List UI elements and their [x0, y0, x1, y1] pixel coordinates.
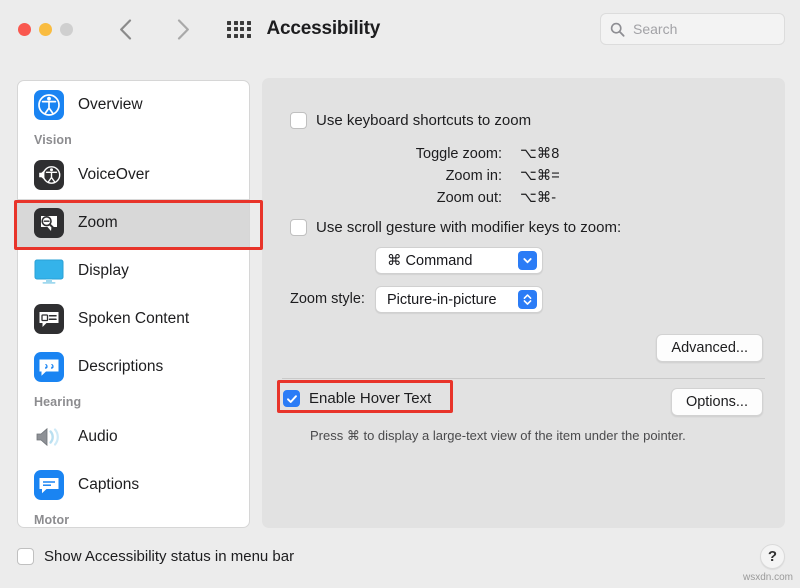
zoom-style-label: Zoom style: [290, 291, 365, 307]
up-down-chevron-icon[interactable] [518, 290, 537, 309]
keyboard-shortcuts-label: Use keyboard shortcuts to zoom [316, 112, 532, 129]
close-button[interactable] [18, 22, 31, 36]
zoom-icon [34, 208, 64, 238]
keyboard-shortcuts-checkbox-row[interactable]: Use keyboard shortcuts to zoom [290, 112, 531, 129]
zoom-settings-panel: Use keyboard shortcuts to zoom Toggle zo… [262, 78, 785, 528]
sidebar-item-display[interactable]: Display [18, 247, 249, 295]
hover-text-checkbox[interactable] [283, 390, 300, 407]
shortcut-row-zoom-in: Zoom in: ⌥⌘= [290, 168, 620, 184]
sidebar-item-voiceover[interactable]: VoiceOver [18, 151, 249, 199]
minimize-button[interactable] [39, 22, 52, 36]
search-field[interactable]: Search [600, 13, 785, 45]
search-placeholder: Search [633, 21, 678, 37]
menu-bar-status-row[interactable]: Show Accessibility status in menu bar [17, 548, 294, 565]
scroll-gesture-checkbox[interactable] [290, 219, 307, 236]
hover-text-hint: Press ⌘ to display a large-text view of … [310, 428, 686, 443]
scroll-gesture-label: Use scroll gesture with modifier keys to… [316, 219, 622, 236]
modifier-key-dropdown[interactable]: ⌘ Command [375, 247, 543, 274]
zoom-style-value: Picture-in-picture [387, 291, 497, 308]
sidebar-group-motor: Motor [34, 513, 70, 527]
shortcut-row-zoom-out: Zoom out: ⌥⌘- [290, 190, 620, 206]
sidebar-item-label: Spoken Content [78, 310, 190, 327]
shortcut-name: Zoom in: [445, 168, 502, 184]
zoom-style-dropdown[interactable]: Picture-in-picture [375, 286, 543, 313]
sidebar-item-label: Captions [78, 476, 140, 493]
scroll-gesture-checkbox-row[interactable]: Use scroll gesture with modifier keys to… [290, 219, 621, 236]
voiceover-icon [34, 160, 64, 190]
shortcut-row-toggle-zoom: Toggle zoom: ⌥⌘8 [290, 146, 620, 162]
zoom-window-button[interactable] [60, 22, 73, 36]
options-button[interactable]: Options... [670, 388, 763, 416]
preferences-window: Accessibility Search Overview Vision Voi… [0, 0, 800, 588]
hover-text-label: Enable Hover Text [309, 390, 432, 407]
sidebar-item-audio[interactable]: Audio [18, 413, 249, 461]
shortcut-keys: ⌥⌘8 [520, 146, 560, 162]
captions-icon [34, 470, 64, 500]
show-all-grid-icon[interactable] [227, 20, 251, 38]
keyboard-shortcuts-checkbox[interactable] [290, 112, 307, 129]
search-icon [610, 22, 625, 37]
sidebar-item-zoom[interactable]: Zoom [18, 199, 249, 247]
modifier-key-value: ⌘ Command [387, 252, 473, 269]
sidebar-item-label: Overview [78, 96, 143, 113]
page-title: Accessibility [266, 18, 381, 39]
watermark: wsxdn.com [742, 572, 793, 583]
advanced-button[interactable]: Advanced... [656, 334, 763, 362]
sidebar-item-captions[interactable]: Captions [18, 461, 249, 509]
shortcut-keys: ⌥⌘- [520, 190, 557, 206]
sidebar-item-label: Audio [78, 428, 118, 445]
menu-bar-status-label: Show Accessibility status in menu bar [44, 548, 295, 565]
section-divider [282, 378, 765, 379]
chevron-down-icon[interactable] [518, 251, 537, 270]
back-chevron-icon[interactable] [111, 15, 139, 43]
shortcut-list: Toggle zoom: ⌥⌘8 Zoom in: ⌥⌘= Zoom out: … [290, 146, 620, 206]
forward-chevron-icon[interactable] [169, 15, 197, 43]
spoken-content-icon [34, 304, 64, 334]
sidebar-group-hearing: Hearing [34, 395, 82, 409]
navigation-buttons [111, 15, 197, 43]
sidebar-item-spoken-content[interactable]: Spoken Content [18, 295, 249, 343]
menu-bar-status-checkbox[interactable] [17, 548, 34, 565]
sidebar-item-overview[interactable]: Overview [18, 81, 249, 129]
shortcut-keys: ⌥⌘= [520, 168, 560, 184]
audio-icon [34, 422, 64, 452]
sidebar: Overview Vision VoiceOver Zoom Display S… [17, 80, 250, 528]
sidebar-item-label: VoiceOver [78, 166, 150, 183]
sidebar-group-vision: Vision [34, 133, 72, 147]
sidebar-item-label: Zoom [78, 214, 118, 231]
display-icon [34, 256, 64, 286]
hover-text-checkbox-row[interactable]: Enable Hover Text [283, 390, 431, 407]
help-button[interactable]: ? [760, 544, 785, 569]
traffic-light-buttons [18, 22, 73, 36]
accessibility-icon [34, 90, 64, 120]
shortcut-name: Toggle zoom: [415, 146, 502, 162]
shortcut-name: Zoom out: [436, 190, 502, 206]
sidebar-item-label: Display [78, 262, 129, 279]
sidebar-item-descriptions[interactable]: Descriptions [18, 343, 249, 391]
sidebar-item-label: Descriptions [78, 358, 164, 375]
descriptions-icon [34, 352, 64, 382]
title-bar: Accessibility Search [0, 0, 800, 58]
